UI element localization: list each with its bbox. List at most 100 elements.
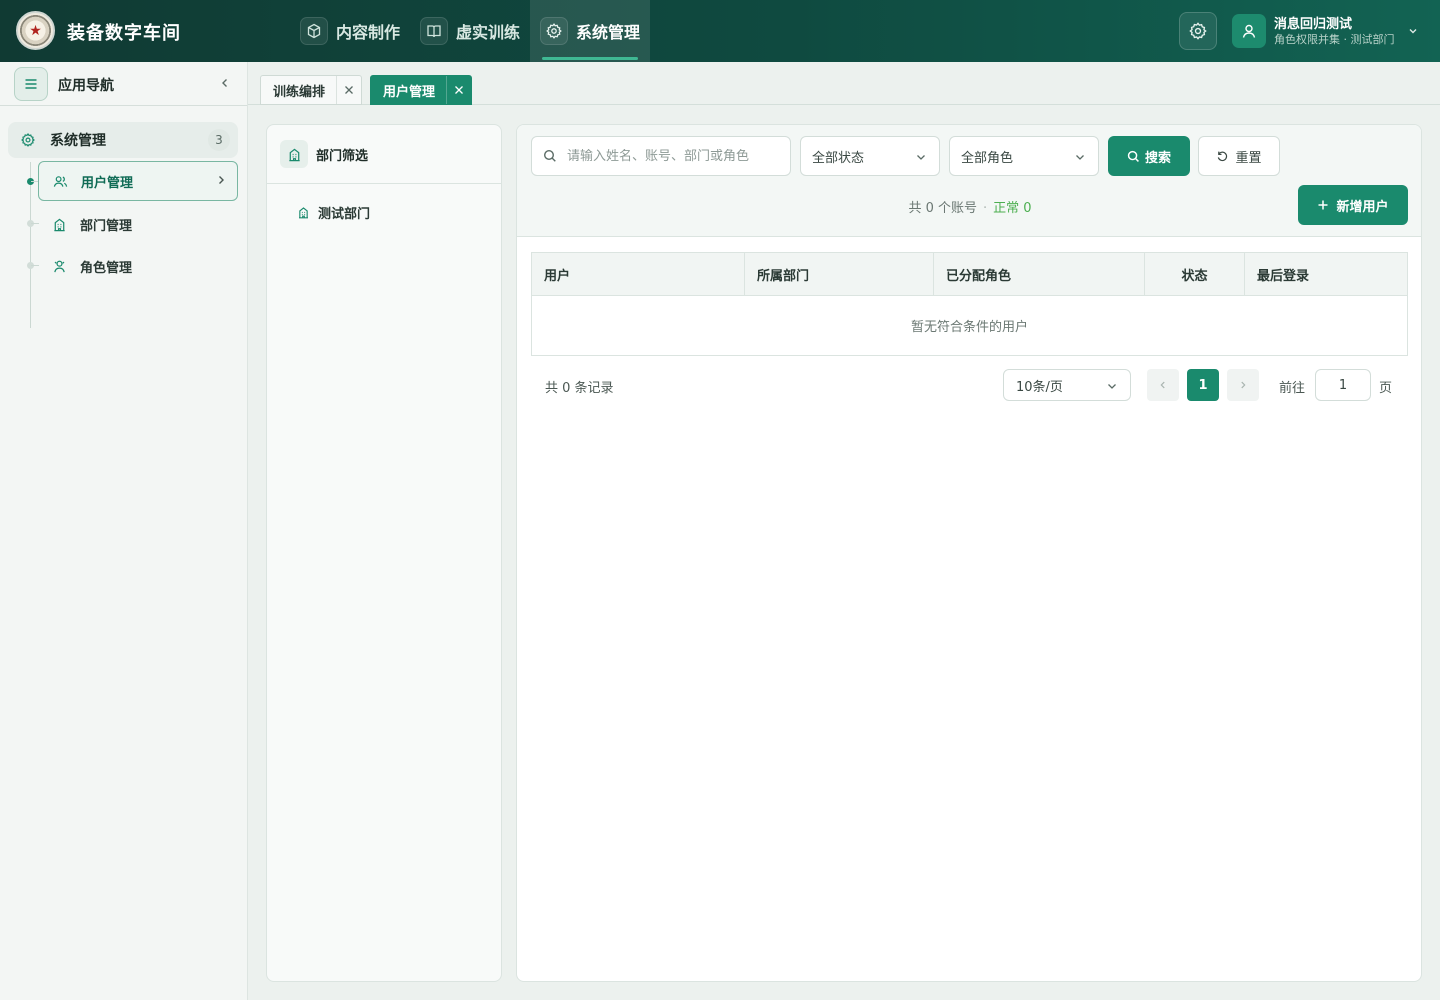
close-tab-button[interactable] [336,76,361,104]
sidebar-item-roles[interactable]: 角色管理 [38,246,238,286]
search-button[interactable]: 搜索 [1108,136,1190,176]
sidebar-item-label: 部门管理 [80,218,133,234]
role-select-value: 全部角色 [961,150,1014,166]
chevron-down-icon [1409,29,1416,34]
tab-training[interactable]: 训练编排 [260,75,363,105]
department-item[interactable]: 测试部门 [297,203,370,222]
tab-label: 用户管理 [383,84,436,100]
reset-button[interactable]: 重置 [1198,136,1280,176]
chevron-right-icon [219,176,224,184]
settings-button[interactable] [1179,12,1217,50]
chevron-down-icon [1108,384,1116,389]
chevron-left-icon [222,79,227,87]
app-logo: ★ [16,11,55,50]
summary-ok: 正常 0 [993,201,1032,216]
search-button-label: 搜索 [1144,150,1171,166]
tab-label: 训练编排 [273,84,326,100]
plus-icon [1318,200,1328,210]
tab-bar: 训练编排 用户管理 [260,75,480,105]
sidebar-header: 应用导航 [0,62,247,106]
nav-item-system[interactable]: 系统管理 [530,0,651,62]
nav-item-label: 系统管理 [576,23,641,42]
close-tab-button[interactable] [446,76,471,104]
page-unit-label: 页 [1379,381,1393,396]
account-summary: 共 0 个账号 · 正常 0 [517,197,1421,216]
role-icon [52,258,68,274]
nav-item-label: 虚实训练 [456,23,521,42]
prev-page-button[interactable] [1147,369,1179,401]
refresh-icon [1218,151,1228,161]
gear-icon [540,17,569,45]
column-header[interactable]: 用户 [532,253,745,296]
user-subtitle: 角色权限并集 · 测试部门 [1274,32,1395,46]
status-select-value: 全部状态 [812,150,865,166]
search-icon [543,148,559,164]
count-badge: 3 [208,129,230,151]
user-name: 消息回归测试 [1274,16,1353,32]
table-header: 用户 所属部门 已分配角色 状态 最后登录 [532,253,1407,296]
chevron-left-icon [1160,381,1165,389]
collapse-sidebar-button[interactable] [216,74,234,92]
filter-toolbar: 全部状态 全部角色 搜索 重置 共 0 个账号 · 正常 0 新增用户 [517,125,1421,237]
user-menu[interactable]: 消息回归测试 角色权限并集 · 测试部门 [1232,14,1419,48]
search-field [531,136,791,176]
close-icon [455,86,463,94]
summary-separator: · [983,201,988,216]
search-icon [1127,150,1139,162]
search-input[interactable] [567,148,782,164]
summary-total: 共 0 个账号 [908,201,977,216]
user-icon [1242,24,1256,38]
gear-icon [1189,22,1207,40]
add-user-button[interactable]: 新增用户 [1298,185,1408,225]
main-nav: 内容制作 虚实训练 系统管理 [290,0,651,62]
user-list-panel: 全部状态 全部角色 搜索 重置 共 0 个账号 · 正常 0 新增用户 用户 所属部… [516,124,1422,982]
department-label: 测试部门 [318,207,371,222]
column-header[interactable]: 状态 [1145,253,1245,296]
chevron-down-icon [917,155,925,160]
pagination-total: 共 0 条记录 [545,381,614,396]
sidebar-item-users[interactable]: 用户管理 [38,161,238,201]
nav-item-training[interactable]: 虚实训练 [410,0,530,62]
menu-icon [25,79,37,89]
tree-line [30,162,31,328]
gear-icon [21,132,37,148]
sidebar: 应用导航 系统管理 3 用户管理 部门管理 角色管理 [0,62,248,1000]
user-table: 用户 所属部门 已分配角色 状态 最后登录 暂无符合条件的用户 [531,252,1408,356]
cube-icon [300,17,328,45]
column-header[interactable]: 最后登录 [1245,253,1407,296]
avatar [1232,14,1266,48]
nav-item-content[interactable]: 内容制作 [290,0,410,62]
building-icon [52,216,68,232]
users-icon [53,173,69,189]
building-icon [299,207,308,219]
tab-users[interactable]: 用户管理 [370,75,473,105]
sidebar-item-departments[interactable]: 部门管理 [38,204,238,244]
role-select[interactable]: 全部角色 [949,136,1099,176]
menu-toggle-button[interactable] [14,67,48,101]
nav-item-label: 内容制作 [336,23,401,42]
goto-page-input[interactable] [1315,369,1371,401]
department-filter-header: 部门筛选 [267,125,501,184]
book-icon [420,17,449,45]
next-page-button[interactable] [1227,369,1259,401]
department-filter-panel: 部门筛选 测试部门 [266,124,502,982]
page-number-button[interactable]: 1 [1187,369,1219,401]
page-size-select[interactable]: 10条/页 [1003,369,1131,401]
close-icon [345,86,353,94]
page-size-value: 10条/页 [1016,379,1063,395]
column-header[interactable]: 所属部门 [745,253,934,296]
sidebar-item-label: 角色管理 [80,260,133,276]
building-icon [280,140,308,168]
sidebar-item-label: 用户管理 [81,175,134,191]
reset-button-label: 重置 [1235,150,1262,166]
chevron-right-icon [1241,381,1246,389]
column-header[interactable]: 已分配角色 [934,253,1145,296]
sidebar-title: 应用导航 [58,78,114,94]
top-bar: ★ 装备数字车间 内容制作 虚实训练 系统管理 消息回归测试 角色权限并集 · … [0,0,1440,62]
status-select[interactable]: 全部状态 [800,136,940,176]
department-filter-title: 部门筛选 [316,148,369,164]
sidebar-group-system[interactable]: 系统管理 3 [8,122,238,158]
chevron-down-icon [1076,155,1084,160]
add-user-button-label: 新增用户 [1336,199,1389,215]
goto-label: 前往 [1279,381,1306,396]
